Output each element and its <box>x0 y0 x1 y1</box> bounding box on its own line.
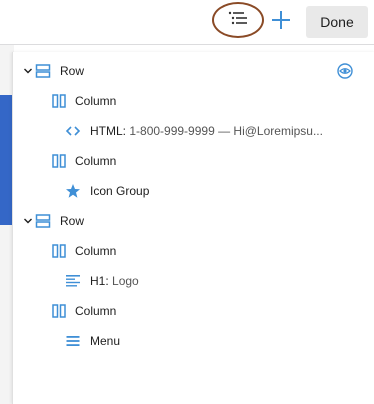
tree-item-label: Column <box>75 94 117 108</box>
tree-item-label: Row <box>60 214 85 228</box>
done-button[interactable]: Done <box>306 6 368 38</box>
column-icon <box>51 153 67 169</box>
tree-item-row[interactable]: Row <box>13 206 374 236</box>
chevron-down-icon[interactable] <box>23 66 33 76</box>
code-icon <box>65 123 81 139</box>
tree-item-label: Column <box>75 154 117 168</box>
tree-item-html[interactable]: HTML: 1-800-999-9999 — Hi@Loremipsu... <box>13 116 374 146</box>
block-description: 1-800-999-9999 — Hi@Loremipsu... <box>129 124 323 138</box>
tree-item-row[interactable]: Row <box>13 56 374 86</box>
eye-icon[interactable] <box>335 61 355 81</box>
tree-item-menu[interactable]: Menu <box>13 326 374 356</box>
heading-icon <box>65 273 81 289</box>
tree-item-label: Menu <box>90 334 121 348</box>
tree-item-label: Column <box>75 244 117 258</box>
column-icon <box>51 243 67 259</box>
tree-item-column[interactable]: Column <box>13 236 374 266</box>
column-icon <box>51 93 67 109</box>
block-type-prefix: HTML: <box>90 124 130 138</box>
list-view-panel: Row Column HTML: 1-800-999-9999 — Hi@Lor… <box>12 52 374 404</box>
column-icon <box>51 303 67 319</box>
add-block-button[interactable] <box>268 9 294 35</box>
chevron-down-icon[interactable] <box>23 216 33 226</box>
block-type-prefix: H1: <box>90 274 113 288</box>
star-icon <box>65 183 81 199</box>
list-view-button[interactable] <box>212 2 264 38</box>
menu-icon <box>65 333 81 349</box>
tree-item-icon-group[interactable]: Icon Group <box>13 176 374 206</box>
block-description: Logo <box>112 274 139 288</box>
list-view-icon <box>227 10 249 31</box>
tree-item-label: Icon Group <box>90 184 150 198</box>
tree-item-heading[interactable]: H1: Logo <box>13 266 374 296</box>
row-icon <box>35 63 51 79</box>
tree-item-label: Column <box>75 304 117 318</box>
row-icon <box>35 213 51 229</box>
tree-item-label: Row <box>60 64 85 78</box>
tree-item-column[interactable]: Column <box>13 146 374 176</box>
tree-item-label: HTML: 1-800-999-9999 — Hi@Loremipsu... <box>90 124 323 138</box>
editor-toolbar: Done <box>0 0 374 45</box>
tree-item-column[interactable]: Column <box>13 86 374 116</box>
tree-item-column[interactable]: Column <box>13 296 374 326</box>
plus-icon <box>271 10 291 35</box>
tree-item-label: H1: Logo <box>90 274 139 288</box>
